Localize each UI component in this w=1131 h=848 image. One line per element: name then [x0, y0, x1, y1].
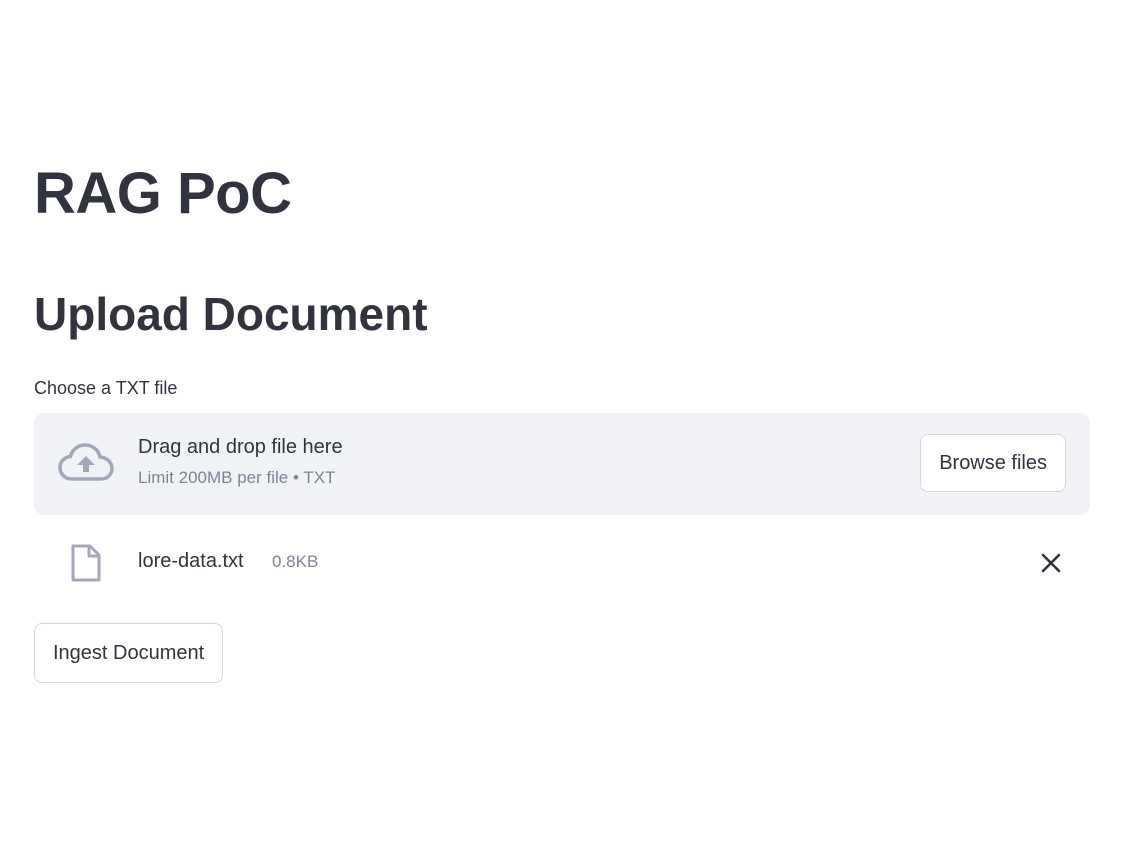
uploader-label: Choose a TXT file — [34, 378, 178, 398]
browse-files-button[interactable]: Browse files — [920, 434, 1066, 492]
uploaded-file-row: lore-data.txt 0.8KB — [34, 530, 1090, 594]
section-title: Upload Document — [34, 288, 428, 340]
dropzone-limit-text: Limit 200MB per file • TXT — [138, 468, 336, 487]
file-icon — [70, 544, 102, 582]
close-icon — [1038, 553, 1064, 579]
dropzone-title: Drag and drop file here — [138, 436, 343, 458]
ingest-document-button[interactable]: Ingest Document — [34, 623, 224, 683]
uploaded-file-name: lore-data.txt — [138, 550, 244, 572]
dropzone-instructions: Drag and drop file here Limit 200MB per … — [138, 433, 343, 489]
uploaded-file-size: 0.8KB — [272, 552, 319, 571]
page-title: RAG PoC — [34, 161, 292, 226]
remove-file-button[interactable] — [1038, 550, 1064, 576]
cloud-upload-icon — [58, 443, 114, 483]
file-dropzone[interactable]: Drag and drop file here Limit 200MB per … — [34, 413, 1090, 515]
